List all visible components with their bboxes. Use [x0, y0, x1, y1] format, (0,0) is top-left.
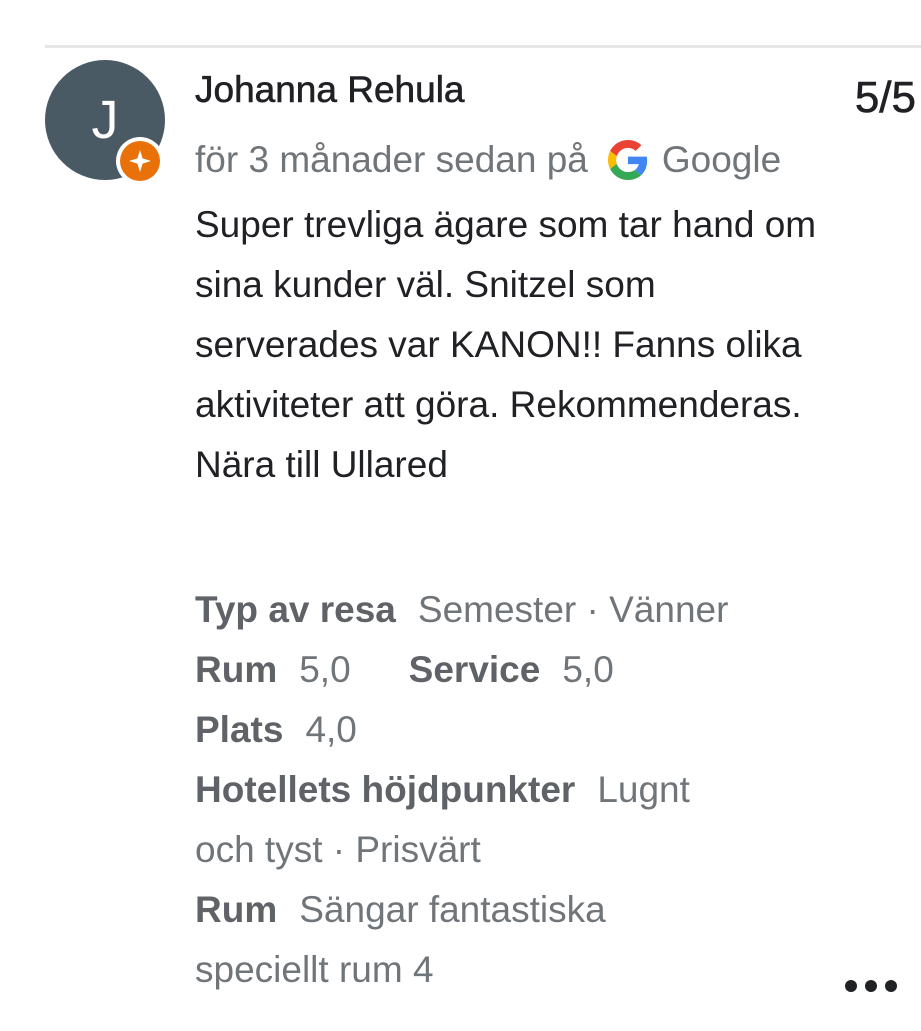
room-rating-label: Rum — [195, 649, 278, 690]
highlights-label: Hotellets höjdpunkter — [195, 769, 576, 810]
room-note-row: Rum Sängar fantastiska — [195, 880, 835, 940]
location-rating-value: 4,0 — [305, 709, 357, 750]
google-g-icon — [607, 140, 648, 180]
location-row: Plats 4,0 — [195, 700, 835, 760]
reviewer-name[interactable]: Johanna Rehula — [195, 68, 465, 112]
trip-type-value: Semester · Vänner — [417, 589, 729, 630]
room-note-value: Sängar fantastiska — [299, 889, 606, 930]
review-score: 5/5 — [854, 73, 917, 123]
trip-type-row: Typ av resa Semester · Vänner — [195, 580, 835, 640]
more-horizontal-icon[interactable] — [845, 980, 897, 992]
highlights-value-cont: och tyst · Prisvärt — [195, 829, 481, 870]
review-text: Super trevliga ägare som tar hand om sin… — [195, 204, 817, 485]
highlights-row: Hotellets höjdpunkter Lugnt — [195, 760, 835, 820]
room-rating-value: 5,0 — [299, 649, 351, 690]
room-service-row: Rum 5,0 Service 5,0 — [195, 640, 835, 700]
highlights-row-cont: och tyst · Prisvärt — [195, 820, 835, 880]
review-meta: för 3 månader sedan på Google — [195, 138, 781, 182]
trip-type-label: Typ av resa — [195, 589, 396, 630]
review-time: för 3 månader sedan på — [195, 139, 588, 180]
room-note-row-cont: speciellt rum 4 — [195, 940, 835, 1000]
room-note-label: Rum — [195, 889, 278, 930]
highlights-value: Lugnt — [597, 769, 690, 810]
local-guide-star-icon — [116, 137, 164, 185]
service-rating-label: Service — [408, 649, 541, 690]
review-details: Typ av resa Semester · Vänner Rum 5,0 Servi… — [195, 580, 835, 1000]
room-note-value-cont: speciellt rum 4 — [195, 949, 434, 990]
top-divider — [45, 45, 921, 48]
location-rating-label: Plats — [195, 709, 284, 750]
service-rating-value: 5,0 — [562, 649, 614, 690]
avatar-letter: J — [91, 90, 119, 150]
review-source: Google — [661, 139, 782, 180]
